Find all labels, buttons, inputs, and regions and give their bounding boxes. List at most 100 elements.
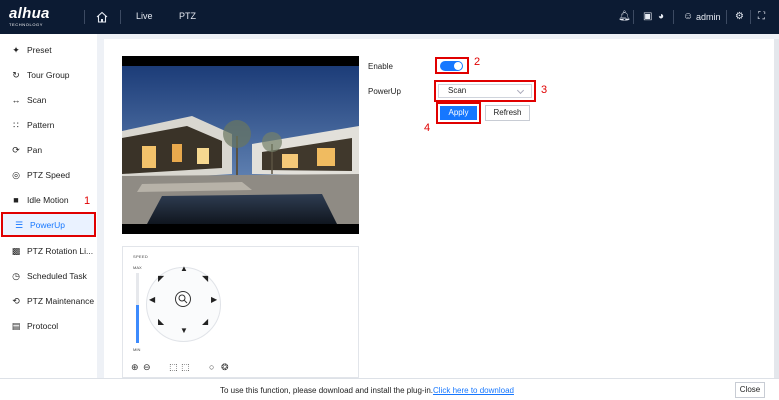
sidebar-item-label: Scan: [27, 94, 47, 105]
settings-icon[interactable]: ⚙: [735, 11, 744, 23]
idle-motion-icon: ■: [13, 194, 19, 205]
plugin-message: To use this function, please download an…: [220, 386, 514, 395]
focus-near-icon[interactable]: ⬚: [169, 362, 178, 372]
apply-button[interactable]: Apply: [440, 106, 477, 120]
divider: [84, 10, 85, 24]
refresh-button[interactable]: Refresh: [485, 105, 530, 121]
scrollbar[interactable]: [774, 39, 779, 378]
magnifier-icon: [178, 294, 188, 304]
divider: [673, 10, 674, 24]
enable-toggle[interactable]: [440, 61, 463, 71]
zoom-out-icon[interactable]: ⊖: [143, 362, 151, 372]
sidebar-item-scheduled-task[interactable]: ◷ Scheduled Task: [0, 263, 97, 288]
focus-far-icon[interactable]: ⬚: [181, 362, 190, 372]
logo-subtext: TECHNOLOGY: [9, 22, 44, 27]
powerup-highlight: Scan: [434, 80, 536, 102]
speed-icon: ◎: [12, 169, 20, 180]
sidebar-item-idle-motion[interactable]: ■ Idle Motion: [0, 187, 97, 212]
close-button[interactable]: Close: [735, 382, 765, 398]
chevron-down-icon: [516, 86, 525, 95]
pattern-icon: ∷: [13, 119, 19, 130]
tab-live[interactable]: Live: [136, 11, 153, 21]
toggle-knob: [454, 62, 462, 70]
plugin-message-text: To use this function, please download an…: [220, 386, 434, 395]
tour-group-icon: ↻: [12, 69, 20, 80]
sidebar-item-protocol[interactable]: ▤ Protocol: [0, 313, 97, 338]
arrow-up-left-icon[interactable]: ◤: [158, 275, 164, 283]
sidebar-item-label: PowerUp: [30, 219, 65, 230]
sidebar-item-label: Pan: [27, 144, 43, 155]
powerup-label: PowerUp: [368, 87, 401, 96]
apply-highlight: Apply: [436, 102, 481, 124]
step-annotation-4: 4: [424, 122, 431, 134]
maintenance-icon: ⟲: [12, 295, 20, 306]
ptz-center-button[interactable]: [175, 291, 191, 307]
scheduled-task-icon: ◷: [12, 270, 20, 281]
scan-icon: ↔: [11, 94, 21, 105]
sidebar-item-label: PTZ Rotation Li...: [27, 245, 94, 256]
sidebar-item-scan[interactable]: ↔ Scan: [0, 87, 97, 112]
preset-icon: ✦: [12, 44, 20, 55]
sidebar-item-pan[interactable]: ⟳ Pan: [0, 137, 97, 162]
arrow-left-icon[interactable]: ◀: [149, 296, 155, 304]
sidebar-item-ptz-maintenance[interactable]: ⟲ PTZ Maintenance: [0, 288, 97, 313]
arrow-right-icon[interactable]: ▶: [211, 296, 217, 304]
download-link[interactable]: Click here to download: [433, 386, 514, 395]
rotation-limit-icon: ▩: [11, 245, 21, 256]
speed-label: SPEED: [133, 254, 149, 259]
sidebar-item-label: PTZ Maintenance: [27, 295, 95, 306]
arrow-up-icon[interactable]: ▲: [180, 265, 188, 273]
step-annotation-1: 1: [84, 195, 91, 207]
arrow-down-icon[interactable]: ▼: [180, 327, 188, 335]
divider: [120, 10, 121, 24]
shirt-icon[interactable]: ▣: [643, 11, 652, 23]
powerup-selected-value: Scan: [448, 86, 467, 95]
sidebar-item-tour-group[interactable]: ↻ Tour Group: [0, 62, 97, 87]
bell-icon[interactable]: 🔔︎: [618, 11, 631, 23]
username[interactable]: admin: [696, 12, 721, 22]
divider: [750, 10, 751, 24]
arrow-down-left-icon[interactable]: ◣: [158, 318, 164, 326]
speed-max-label: MAX: [133, 265, 142, 270]
sidebar-item-label: Tour Group: [27, 69, 70, 80]
speed-min-label: MIN: [133, 347, 141, 352]
sidebar-item-pattern[interactable]: ∷ Pattern: [0, 112, 97, 137]
sidebar-item-label: Pattern: [27, 119, 55, 130]
arrow-up-right-icon[interactable]: ◥: [202, 275, 208, 283]
powerup-icon: ☰: [14, 219, 24, 230]
sidebar-item-ptz-rotation-limit[interactable]: ▩ PTZ Rotation Li...: [0, 238, 97, 263]
top-bar: alhua TECHNOLOGY Live PTZ 🔔︎ ▣ ◕ ☺ admin…: [0, 0, 779, 34]
enable-label: Enable: [368, 62, 393, 71]
protocol-icon: ▤: [11, 320, 21, 331]
divider: [633, 10, 634, 24]
live-video-image: [122, 56, 359, 234]
tab-ptz[interactable]: PTZ: [179, 11, 196, 21]
home-icon[interactable]: [95, 10, 109, 24]
step-annotation-2: 2: [474, 56, 481, 68]
pan-icon: ⟳: [12, 144, 20, 155]
zoom-in-icon[interactable]: ⊕: [131, 362, 139, 372]
sidebar-item-label: Scheduled Task: [27, 270, 87, 281]
sidebar: ✦ Preset ↻ Tour Group ↔ Scan ∷ Pattern ⟳…: [0, 34, 97, 378]
help-icon[interactable]: ◕: [658, 11, 664, 23]
plugin-notice-bar: To use this function, please download an…: [0, 378, 779, 400]
fullscreen-icon[interactable]: ⛶: [758, 11, 765, 23]
user-icon: ☺: [683, 11, 694, 22]
ptz-control-panel: SPEED MAX MIN ▲ ▼ ◀ ▶ ◤ ◥ ◣ ◢ ⊕ ⊖ ⬚ ⬚ ○ …: [122, 246, 359, 378]
speed-slider[interactable]: [136, 273, 139, 343]
powerup-select[interactable]: Scan: [438, 84, 532, 98]
speed-slider-fill: [136, 304, 139, 343]
sidebar-item-ptz-speed[interactable]: ◎ PTZ Speed: [0, 162, 97, 187]
step-annotation-3: 3: [541, 84, 548, 96]
sidebar-item-label: PTZ Speed: [27, 169, 70, 180]
sidebar-item-label: Idle Motion: [27, 194, 69, 205]
arrow-down-right-icon[interactable]: ◢: [202, 318, 208, 326]
iris-open-icon[interactable]: ○: [209, 362, 214, 372]
divider: [726, 10, 727, 24]
sidebar-item-preset[interactable]: ✦ Preset: [0, 37, 97, 62]
sidebar-item-powerup[interactable]: ☰ PowerUp: [1, 212, 96, 237]
enable-highlight: [435, 57, 469, 74]
sidebar-item-label: Preset: [27, 44, 52, 55]
iris-close-icon[interactable]: ❂: [221, 362, 229, 372]
logo-text: alhua: [9, 5, 50, 22]
